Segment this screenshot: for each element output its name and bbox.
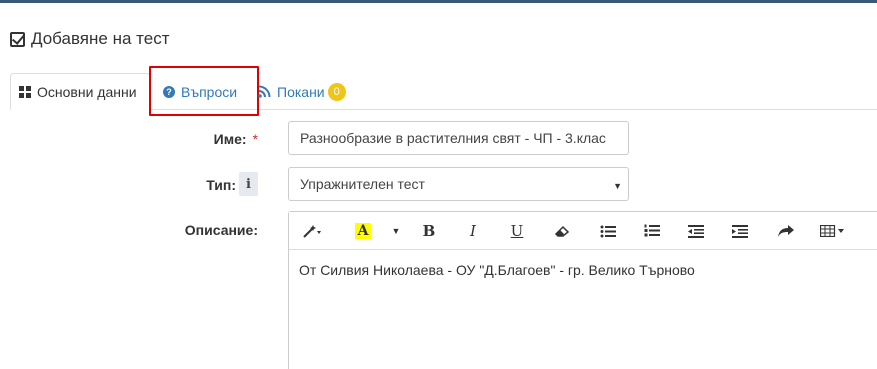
th-large-icon [19,85,31,98]
page-header: Добавяне на тест [10,28,169,50]
ordered-list-button[interactable] [643,221,661,241]
info-icon[interactable]: i [239,172,258,196]
share-icon [778,224,794,237]
type-select[interactable]: Упражнителен тест ▼ [288,167,629,201]
description-label: Описание: [184,222,258,238]
type-select-value: Упражнителен тест [300,176,425,192]
check-square-icon [10,31,25,47]
eraser-icon [554,225,570,237]
redo-button[interactable] [777,221,795,241]
editor-toolbar: A ▼ B I U [289,212,877,250]
italic-button[interactable]: I [465,221,481,241]
underline-button[interactable]: U [509,221,525,241]
tab-invites-label: Покани [277,83,325,100]
invites-count-badge: 0 [327,82,346,101]
caret-down-icon: ▼ [391,226,401,236]
text-color-button[interactable]: A [353,221,373,241]
type-label: Тип: [206,177,236,193]
name-label-row: Име: * [160,131,258,147]
caret-down-icon: ▼ [613,181,622,191]
magic-wand-button[interactable] [297,221,329,241]
magic-wand-icon [303,225,321,238]
outdent-icon [688,224,704,238]
required-mark: * [252,131,258,147]
tab-basic-data[interactable]: Основни данни [10,73,150,110]
eraser-button[interactable] [553,221,571,241]
text-color-dropdown[interactable]: ▼ [389,221,403,241]
unordered-list-button[interactable] [599,221,617,241]
table-icon [820,225,844,237]
indent-icon [732,224,748,238]
highlight-box [149,66,259,116]
table-button[interactable] [819,221,849,241]
outdent-button[interactable] [687,221,705,241]
list-ol-icon [644,224,660,237]
tab-basic-data-label: Основни данни [37,83,137,100]
name-input[interactable]: Разнообразие в растителния свят - ЧП - 3… [288,121,629,155]
editor-content[interactable]: От Силвия Николаева - ОУ "Д.Благоев" - г… [289,250,877,290]
tab-invites[interactable]: Покани 0 [258,73,358,110]
list-ul-icon [600,225,616,237]
top-bar [0,0,877,3]
name-label: Име: [213,131,247,147]
bold-button[interactable]: B [421,221,437,241]
page-title: Добавяне на тест [31,29,170,48]
rss-icon [258,85,271,98]
text-color-icon: A [354,223,372,239]
indent-button[interactable] [731,221,749,241]
description-editor[interactable]: A ▼ B I U От Силвия Николаева - ОУ "Д.Бл… [288,211,877,369]
